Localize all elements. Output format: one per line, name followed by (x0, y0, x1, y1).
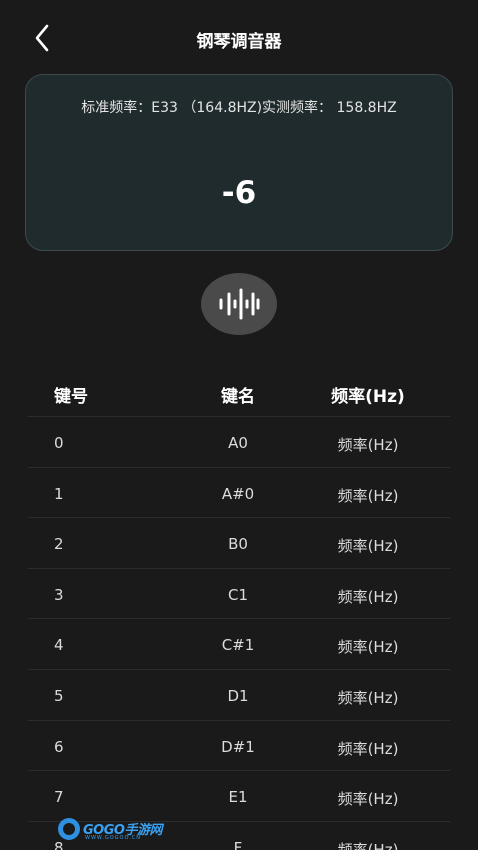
key-number-cell: 6 (54, 737, 64, 756)
header: 钢琴调音器 (0, 0, 478, 78)
page-title: 钢琴调音器 (196, 32, 282, 52)
key-name-cell: A0 (228, 434, 248, 452)
key-name-cell: D1 (227, 686, 249, 705)
key-number-cell: 7 (54, 788, 64, 807)
watermark-subtext: WWW.GOGOO.CN (85, 835, 142, 841)
key-name-cell: C#1 (221, 636, 255, 655)
piano-tuner-screen: 钢琴调音器 标准频率：E33 （164.8HZ)实测频率： 158.8HZ -6… (0, 0, 478, 850)
frequency-cell: 频率(Hz) (337, 436, 399, 454)
frequency-info: 标准频率：E33 （164.8HZ)实测频率： 158.8HZ (81, 100, 397, 116)
frequency-card: 标准频率：E33 （164.8HZ)实测频率： 158.8HZ -6 (25, 74, 453, 251)
table-row[interactable]: 2 B0 频率(Hz) (28, 518, 450, 569)
watermark-icon (58, 818, 80, 840)
key-name-cell: E1 (228, 788, 248, 807)
table-body: 0 A0 频率(Hz) 1 A#0 频率(Hz) 2 B0 频率(Hz) 3 C1 频率(Hz) 4 C#… (28, 417, 450, 850)
table-row[interactable]: 5 D1 频率(Hz) (28, 670, 450, 721)
key-frequency-table: 键号 键名 频率(Hz) 0 A0 频率(Hz) 1 A#0 频率(Hz) 2 B0 频率(Hz… (28, 366, 450, 850)
header-key-number: 键号 (54, 387, 88, 407)
frequency-cell: 频率(Hz) (337, 638, 399, 657)
frequency-cell: 频率(Hz) (337, 587, 399, 606)
key-number-cell: 4 (54, 636, 64, 655)
table-row[interactable]: 7 E1 频率(Hz) (28, 771, 450, 822)
listen-button[interactable] (201, 273, 277, 335)
frequency-cell: 频率(Hz) (337, 739, 399, 758)
header-key-name: 键名 (221, 387, 255, 407)
key-name-cell: F (233, 838, 243, 850)
table-row[interactable]: 3 C1 频率(Hz) (28, 569, 450, 620)
key-number-cell: 1 (54, 484, 64, 503)
frequency-cell: 频率(Hz) (337, 840, 399, 850)
key-name-cell: D#1 (221, 737, 255, 756)
frequency-cell: 频率(Hz) (337, 688, 399, 707)
header-frequency: 频率(Hz) (331, 387, 405, 407)
key-name-cell: A#0 (221, 484, 255, 503)
table-header: 键号 键名 频率(Hz) (28, 366, 450, 417)
table-row[interactable]: 4 C#1 频率(Hz) (28, 619, 450, 670)
key-number-cell: 5 (54, 686, 64, 705)
key-number-cell: 0 (54, 434, 64, 452)
key-number-cell: 2 (54, 535, 64, 554)
table-row[interactable]: 1 A#0 频率(Hz) (28, 468, 450, 519)
key-name-cell: B0 (228, 535, 248, 554)
frequency-cell: 频率(Hz) (337, 537, 399, 556)
deviation-value: -6 (221, 175, 257, 211)
frequency-cell: 频率(Hz) (337, 486, 399, 505)
table-row[interactable]: 6 D#1 频率(Hz) (28, 721, 450, 772)
table-row[interactable]: 0 A0 频率(Hz) (28, 417, 450, 468)
key-number-cell: 3 (54, 585, 64, 604)
sound-wave-icon (219, 288, 260, 320)
frequency-cell: 频率(Hz) (337, 790, 399, 809)
key-name-cell: C1 (227, 585, 249, 604)
watermark-logo: GOGO手游网 WWW.GOGOO.CN (58, 817, 168, 843)
